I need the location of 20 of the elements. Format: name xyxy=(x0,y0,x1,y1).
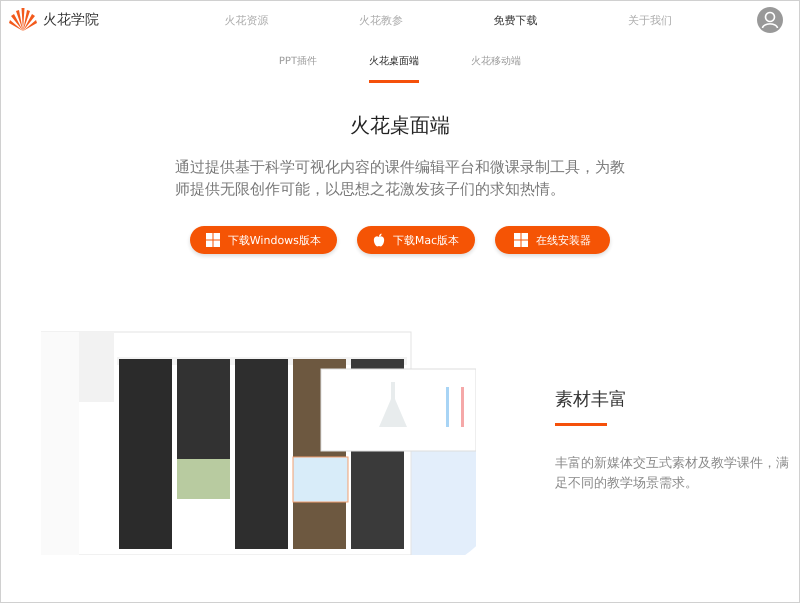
nav-link[interactable]: 火花资源 xyxy=(224,12,268,28)
nav-link[interactable]: 关于我们 xyxy=(628,12,672,28)
brand-name: 火花学院 xyxy=(43,11,99,29)
sub-tab[interactable]: PPT插件 xyxy=(278,39,318,83)
download-button[interactable]: 下载Windows版本 xyxy=(190,226,337,254)
apple-icon xyxy=(372,233,385,247)
download-button[interactable]: 下载Mac版本 xyxy=(356,226,476,254)
download-button[interactable]: 在线安装器 xyxy=(495,226,610,254)
nav-link[interactable]: 免费下载 xyxy=(493,12,538,28)
logo-icon xyxy=(9,8,37,32)
nav-link[interactable]: 火花教参 xyxy=(358,12,403,28)
page-title: 火花桌面端 xyxy=(350,112,450,139)
sub-tab[interactable]: 火花桌面端 xyxy=(369,39,420,83)
avatar-icon[interactable] xyxy=(757,7,783,33)
feature-title: 素材丰富 xyxy=(555,388,628,411)
feature-description: 丰富的新媒体交互式素材及教学课件，满足不同的教学场景需求。 xyxy=(555,455,790,493)
sub-tab[interactable]: 火花移动端 xyxy=(471,39,522,83)
windows-icon xyxy=(514,233,528,247)
windows-icon xyxy=(206,233,220,247)
hero-description: 通过提供基于科学可视化内容的课件编辑平台和微课录制工具，为教师提供无限创作可能，以思想之花激发孩子们的求知热情。 xyxy=(175,157,625,200)
